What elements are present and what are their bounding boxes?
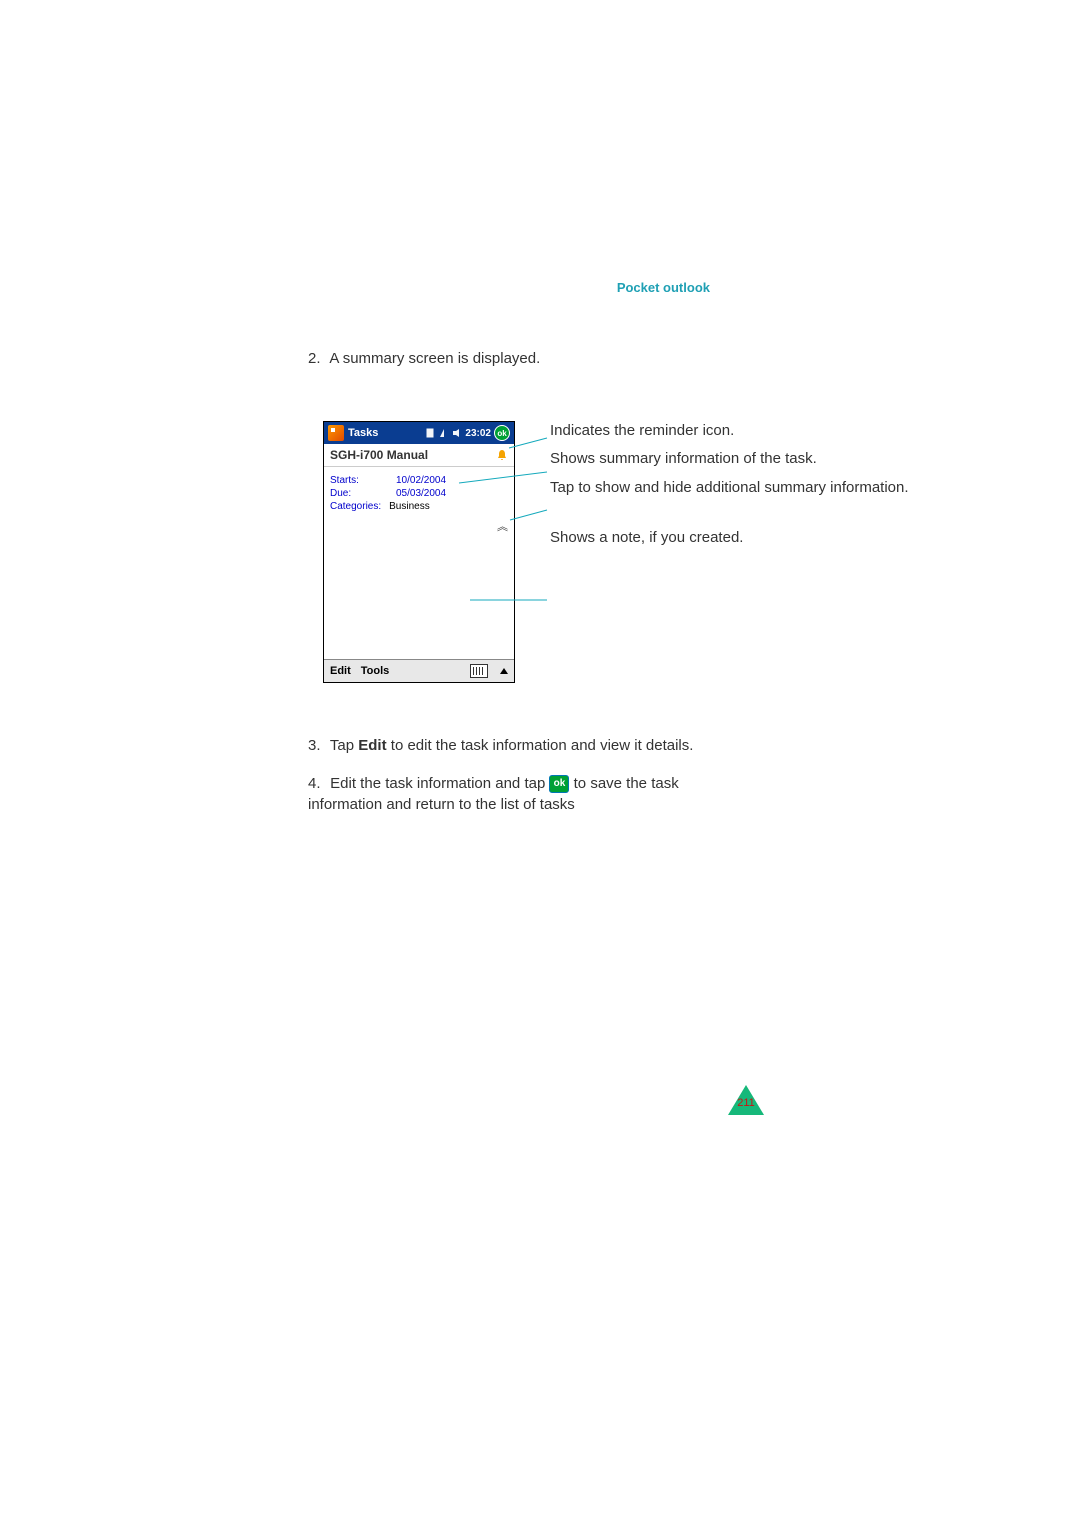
step-bold: Edit xyxy=(358,737,386,754)
step-text-pre: Tap xyxy=(330,737,358,754)
ok-inline-icon: ok xyxy=(549,775,569,793)
step-3: 3. Tap Edit to edit the task information… xyxy=(308,735,738,756)
step-number: 4. xyxy=(308,773,326,794)
step-text-post: to edit the task information and view it… xyxy=(387,737,694,754)
step-text-pre: Edit the task information and tap xyxy=(330,775,549,792)
step-number: 3. xyxy=(308,735,326,756)
page-number: 211 xyxy=(736,1097,756,1109)
callout-lines xyxy=(0,0,1080,1528)
page: Pocket outlook 2. A summary screen is di… xyxy=(0,0,1080,1528)
step-4: 4. Edit the task information and tap ok … xyxy=(308,773,738,815)
